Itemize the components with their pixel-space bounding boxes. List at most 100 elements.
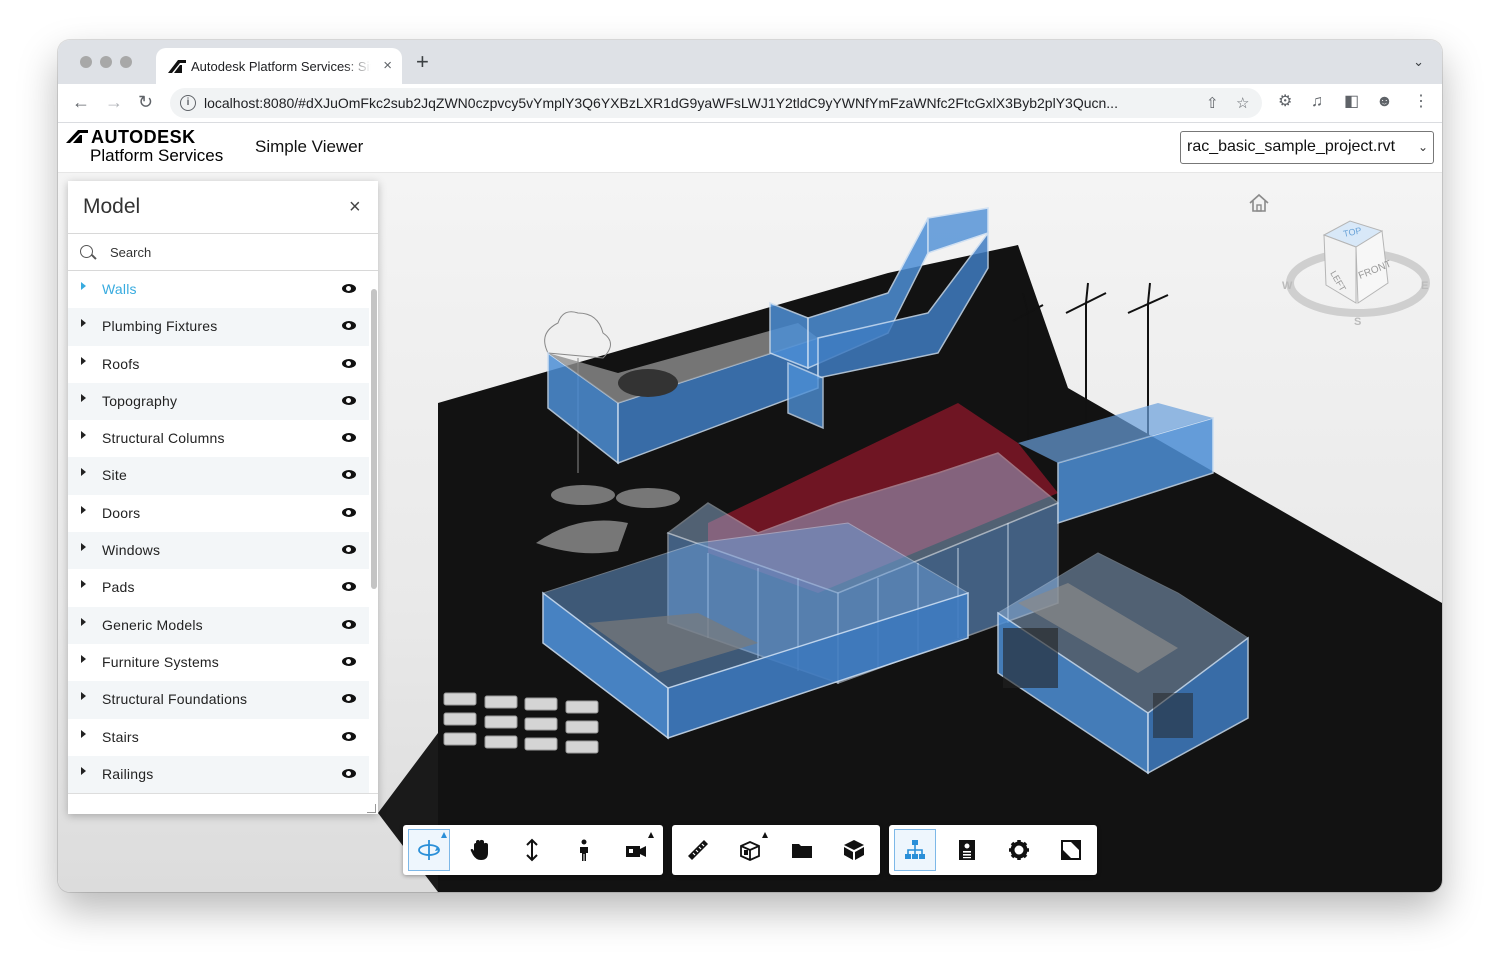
browser-window: Autodesk Platform Services: Simple Viewe… xyxy=(58,40,1442,892)
model-tree-button[interactable] xyxy=(894,829,936,871)
omnibox[interactable]: i localhost:8080/#dXJuOmFkc2sub2JqZWN0cz… xyxy=(170,88,1262,118)
tree-item-label: Stairs xyxy=(102,728,139,745)
expand-caret-icon[interactable] xyxy=(81,617,86,626)
measure-icon xyxy=(688,840,708,860)
visibility-eye-icon[interactable] xyxy=(342,470,356,480)
visibility-eye-icon[interactable] xyxy=(342,395,356,405)
toolbar-panels-group xyxy=(889,825,1097,875)
settings-button[interactable] xyxy=(998,829,1040,871)
visibility-eye-icon[interactable] xyxy=(342,545,356,555)
panel-scrollbar[interactable] xyxy=(371,289,377,589)
minimize-window-button[interactable] xyxy=(100,56,112,68)
tree-item-railings[interactable]: Railings xyxy=(68,755,369,793)
reload-icon[interactable]: ↻ xyxy=(138,93,153,111)
properties-button[interactable] xyxy=(946,829,988,871)
media-control-icon[interactable]: ♫ xyxy=(1311,94,1323,110)
back-arrow-icon[interactable]: ← xyxy=(72,93,90,111)
visibility-eye-icon[interactable] xyxy=(342,321,356,331)
explode-button[interactable] xyxy=(781,829,823,871)
tab-close-button[interactable]: × xyxy=(383,57,392,74)
model-browser-button[interactable] xyxy=(833,829,875,871)
visibility-eye-icon[interactable] xyxy=(342,582,356,592)
expand-caret-icon[interactable] xyxy=(81,393,86,402)
tree-item-pads[interactable]: Pads xyxy=(68,569,369,606)
home-icon[interactable] xyxy=(1248,193,1270,213)
expand-caret-icon[interactable] xyxy=(81,505,86,514)
tree-item-structural-foundations[interactable]: Structural Foundations xyxy=(68,681,369,719)
compass-east-label[interactable]: E xyxy=(1421,280,1428,292)
search-input[interactable] xyxy=(108,242,362,262)
tree-item-label: Structural Columns xyxy=(102,430,225,447)
visibility-eye-icon[interactable] xyxy=(342,358,356,368)
maximize-window-button[interactable] xyxy=(120,56,132,68)
camera-button[interactable] xyxy=(615,829,657,871)
measure-button[interactable] xyxy=(677,829,719,871)
tree-item-label: Pads xyxy=(102,579,135,596)
tab-search-chevron-icon[interactable]: ⌄ xyxy=(1413,54,1424,70)
pan-button[interactable] xyxy=(459,829,501,871)
site-info-icon[interactable]: i xyxy=(180,95,196,111)
tree-item-topography[interactable]: Topography xyxy=(68,382,369,421)
browser-menu-icon[interactable]: ⋮ xyxy=(1413,94,1429,110)
forward-arrow-icon[interactable]: → xyxy=(105,93,123,111)
expand-caret-icon[interactable] xyxy=(81,729,86,738)
visibility-eye-icon[interactable] xyxy=(342,507,356,517)
tree-item-generic-models[interactable]: Generic Models xyxy=(68,606,369,644)
explode-icon xyxy=(792,844,812,858)
model-select-dropdown[interactable]: rac_basic_sample_project.rvt ⌄ xyxy=(1180,131,1434,164)
orbit-button[interactable] xyxy=(408,829,450,871)
visibility-eye-icon[interactable] xyxy=(342,619,356,629)
panel-close-button[interactable]: × xyxy=(349,197,361,217)
expand-caret-icon[interactable] xyxy=(81,654,86,663)
tree-item-site[interactable]: Site xyxy=(68,457,369,495)
expand-caret-icon[interactable] xyxy=(81,580,86,589)
visibility-eye-icon[interactable] xyxy=(342,656,356,666)
expand-caret-icon[interactable] xyxy=(81,468,86,477)
visibility-eye-icon[interactable] xyxy=(342,731,356,741)
expand-caret-icon[interactable] xyxy=(81,692,86,701)
resize-grip-icon[interactable] xyxy=(367,804,376,813)
visibility-eye-icon[interactable] xyxy=(342,768,356,778)
close-window-button[interactable] xyxy=(80,56,92,68)
extensions-puzzle-icon[interactable]: ⚙ xyxy=(1278,94,1292,110)
expand-caret-icon[interactable] xyxy=(81,431,86,440)
app-header: AUTODESK Platform Services Simple Viewer… xyxy=(58,123,1442,173)
expand-caret-icon[interactable] xyxy=(81,282,86,290)
viewer-canvas[interactable]: Model × Walls Plumbing Fixtures xyxy=(58,173,1442,892)
section-button[interactable] xyxy=(729,829,771,871)
model-tree-icon xyxy=(905,840,925,859)
visibility-eye-icon[interactable] xyxy=(342,433,356,443)
compass-west-label[interactable]: W xyxy=(1282,280,1293,292)
compass-south-label[interactable]: S xyxy=(1354,316,1361,328)
expand-caret-icon[interactable] xyxy=(81,356,86,365)
first-person-button[interactable] xyxy=(563,829,605,871)
visibility-eye-icon[interactable] xyxy=(342,284,356,293)
tree-item-label: Generic Models xyxy=(102,616,203,633)
expand-caret-icon[interactable] xyxy=(81,319,86,328)
fullscreen-button[interactable] xyxy=(1050,829,1092,871)
share-icon[interactable]: ⇧ xyxy=(1206,94,1219,112)
flyout-caret-icon xyxy=(441,832,447,838)
viewcube[interactable]: W E S TOP LEFT FRONT xyxy=(1278,215,1438,335)
tree-item-structural-columns[interactable]: Structural Columns xyxy=(68,420,369,457)
expand-caret-icon[interactable] xyxy=(81,543,86,552)
bookmark-star-icon[interactable]: ☆ xyxy=(1236,94,1249,112)
tab-strip: Autodesk Platform Services: Simple Viewe… xyxy=(58,40,1442,84)
url-text[interactable]: localhost:8080/#dXJuOmFkc2sub2JqZWN0czpv… xyxy=(204,95,1194,111)
visibility-eye-icon[interactable] xyxy=(342,694,356,704)
tree-item-windows[interactable]: Windows xyxy=(68,532,369,570)
profile-avatar-icon[interactable]: ☻ xyxy=(1376,94,1393,110)
tree-item-stairs[interactable]: Stairs xyxy=(68,719,369,756)
tree-item-walls[interactable]: Walls xyxy=(68,271,369,308)
browser-tab[interactable]: Autodesk Platform Services: Simple Viewe… xyxy=(156,48,402,84)
tree-item-plumbing-fixtures[interactable]: Plumbing Fixtures xyxy=(68,308,369,346)
side-panel-icon[interactable]: ◧ xyxy=(1344,94,1359,110)
tree-item-furniture-systems[interactable]: Furniture Systems xyxy=(68,644,369,681)
tree-item-doors[interactable]: Doors xyxy=(68,495,369,532)
tree-item-roofs[interactable]: Roofs xyxy=(68,346,369,383)
zoom-button[interactable] xyxy=(511,829,553,871)
expand-caret-icon[interactable] xyxy=(81,766,86,775)
flyout-caret-icon xyxy=(648,832,654,838)
new-tab-button[interactable]: + xyxy=(416,51,429,73)
logo-platform-services-text: Platform Services xyxy=(90,146,224,165)
